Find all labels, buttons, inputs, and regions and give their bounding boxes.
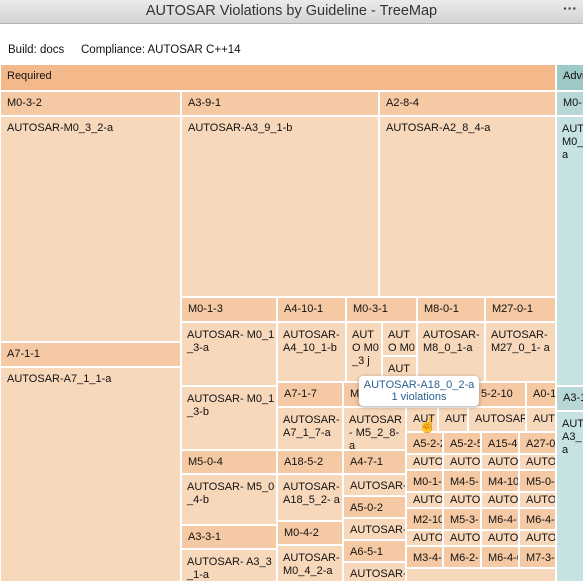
group-m0-advisory[interactable]: M0- (556, 91, 583, 116)
group-m6-4-b[interactable]: M6-4- (519, 508, 556, 530)
leaf-small-row[interactable] (406, 568, 556, 582)
leaf-aut-a0-1[interactable]: AUT (526, 407, 556, 432)
leaf-small[interactable]: AUTO (406, 454, 443, 470)
leaf-advisory-a3[interactable]: AUT A3_ a (556, 411, 583, 582)
group-a4-7-1[interactable]: A4-7-1 (343, 450, 406, 474)
group-a5-2-2[interactable]: A5-2-2 (406, 432, 443, 454)
group-a0-1[interactable]: A0-1 (526, 382, 556, 407)
leaf-autosar-m0-3-1-j[interactable]: AUTO M0_3 j (346, 322, 382, 382)
group-m0-4-2[interactable]: M0-4-2 (277, 521, 343, 545)
leaf-autosar-m27-0-1-a[interactable]: AUTOSAR- M27_0_1- a (485, 322, 556, 382)
leaf-autosar-a2-8-4-a[interactable]: AUTOSAR-A2_8_4-a (379, 116, 556, 297)
group-m5-3[interactable]: M5-3- (443, 508, 481, 530)
category-required[interactable]: Required (0, 64, 556, 91)
group-m5-0-4[interactable]: M5-0-4 (181, 450, 277, 474)
leaf-autosar-a7-1-7-a[interactable]: AUTOSAR- A7_1_7-a (277, 407, 343, 450)
tooltip-name: AUTOSAR-A18_0_2-a (363, 379, 475, 391)
leaf-small[interactable]: AUTO (406, 492, 443, 508)
group-m27-0-1[interactable]: M27-0-1 (485, 297, 556, 322)
leaf-small[interactable]: AUTO (443, 454, 481, 470)
group-m4-10[interactable]: M4-10 (481, 470, 519, 492)
group-a3-3-1[interactable]: A3-3-1 (181, 525, 277, 549)
leaf-small[interactable]: AUTO (481, 454, 519, 470)
leaf-small[interactable]: AUTO (481, 530, 519, 546)
group-m8-0-1[interactable]: M8-0-1 (417, 297, 485, 322)
build-label: Build: docs (8, 44, 65, 56)
group-m0-3-2[interactable]: M0-3-2 (0, 91, 181, 116)
group-a4-10-1[interactable]: A4-10-1 (277, 297, 346, 322)
leaf-autosar-a18-5-2-a[interactable]: AUTOSAR- A18_5_2- a (277, 474, 343, 521)
leaf-autosar-a3-9-1-b[interactable]: AUTOSAR-A3_9_1-b (181, 116, 379, 297)
compliance-label: Compliance: AUTOSAR C++14 (81, 44, 241, 56)
leaf-small[interactable]: AUTO (406, 530, 443, 546)
leaf-autosar-a3-3-1-a[interactable]: AUTOSAR- A3_3_1-a (181, 549, 277, 582)
leaf-autosar-a4-10-1-b[interactable]: AUTOSAR- A4_10_1-b (277, 322, 346, 382)
group-a15-4[interactable]: A15-4 (481, 432, 519, 454)
leaf-advisory-m0[interactable]: AUT M0_ a (556, 116, 583, 386)
group-m4-5[interactable]: M4-5- (443, 470, 481, 492)
group-a7-1-7[interactable]: A7-1-7 (277, 382, 343, 407)
info-bar: Build: docs Compliance: AUTOSAR C++14 (0, 38, 583, 64)
leaf-autosar-5-2-10[interactable]: AUTOSAR (468, 407, 526, 432)
group-m6-2[interactable]: M6-2- (443, 546, 481, 568)
group-a18-5-2[interactable]: A18-5-2 (277, 450, 343, 474)
window-title: AUTOSAR Violations by Guideline - TreeMa… (145, 3, 438, 19)
group-a5-0-2[interactable]: A5-0-2 (343, 496, 406, 518)
group-a3-1[interactable]: A3-1 (556, 386, 583, 411)
leaf-small[interactable]: AUTO (519, 530, 556, 546)
leaf-autosar-a5-0-2[interactable]: AUTOSAR- (343, 518, 406, 540)
group-m5-0[interactable]: M5-0- (519, 470, 556, 492)
window-titlebar: AUTOSAR Violations by Guideline - TreeMa… (0, 0, 583, 24)
group-a2-8-4[interactable]: A2-8-4 (379, 91, 556, 116)
leaf-aut-2[interactable]: AUT (438, 407, 468, 432)
group-m7-3[interactable]: M7-3- (519, 546, 556, 568)
leaf-small[interactable]: AUTO (519, 492, 556, 508)
leaf-autosar-a4-7-1[interactable]: AUTOSAR- (343, 474, 406, 496)
group-m0-3-1[interactable]: M0-3-1 (346, 297, 417, 322)
treemap-tooltip: AUTOSAR-A18_0_2-a 1 violations (359, 376, 479, 406)
leaf-autosar-a7-1-1-a[interactable]: AUTOSAR-A7_1_1-a (0, 367, 181, 582)
leaf-small[interactable]: AUTO (519, 454, 556, 470)
leaf-small[interactable]: AUTO (443, 492, 481, 508)
leaf-autosar-a6-5-1[interactable]: AUTOSAR- (343, 562, 406, 582)
group-a27-0[interactable]: A27-0 (519, 432, 556, 454)
group-a6-5-1[interactable]: A6-5-1 (343, 540, 406, 562)
leaf-autosar-m0-3-2-a[interactable]: AUTOSAR-M0_3_2-a (0, 116, 181, 342)
group-m6-4[interactable]: M6-4- (481, 508, 519, 530)
leaf-autosar-m8-0-1-a[interactable]: AUTOSAR- M8_0_1-a (417, 322, 485, 382)
group-5-2-10[interactable]: 5-2-10 (474, 382, 526, 407)
group-a5-2-5[interactable]: A5-2-5 (443, 432, 481, 454)
leaf-autosar-m0-4-2-a[interactable]: AUTOSAR- M0_4_2-a (277, 545, 343, 582)
category-advisory[interactable]: Advi (556, 64, 583, 91)
leaf-autosar-m5-0-4-b[interactable]: AUTOSAR- M5_0_4-b (181, 474, 277, 525)
leaf-small[interactable]: AUTO (443, 530, 481, 546)
group-m3-4[interactable]: M3-4- (406, 546, 443, 568)
group-a7-1-1[interactable]: A7-1-1 (0, 342, 181, 367)
group-m0-1[interactable]: M0-1- (406, 470, 443, 492)
group-m6-4-6[interactable]: M6-4-6 (481, 546, 519, 568)
tooltip-count: 1 violations (391, 391, 447, 403)
hand-cursor-icon: ☝ (418, 417, 437, 434)
treemap: Required Advi M0-3-2 AUTOSAR-M0_3_2-a A3… (0, 64, 583, 582)
more-options-icon[interactable]: ··· (563, 0, 577, 16)
leaf-autosar-m0-1-3-a[interactable]: AUTOSAR- M0_1_3-a (181, 322, 277, 386)
group-m0-1-3[interactable]: M0-1-3 (181, 297, 277, 322)
leaf-autosar-m0-1-3-b[interactable]: AUTOSAR- M0_1_3-b (181, 386, 277, 450)
leaf-autosar-m0-3-1-b[interactable]: AUTO M0 3 (382, 322, 417, 356)
group-m2-10[interactable]: M2-10 (406, 508, 443, 530)
group-a3-9-1[interactable]: A3-9-1 (181, 91, 379, 116)
leaf-autosar-m5-2-8-a[interactable]: AUTOSAR- M5_2_8-a (343, 407, 406, 450)
leaf-small[interactable]: AUTO (481, 492, 519, 508)
